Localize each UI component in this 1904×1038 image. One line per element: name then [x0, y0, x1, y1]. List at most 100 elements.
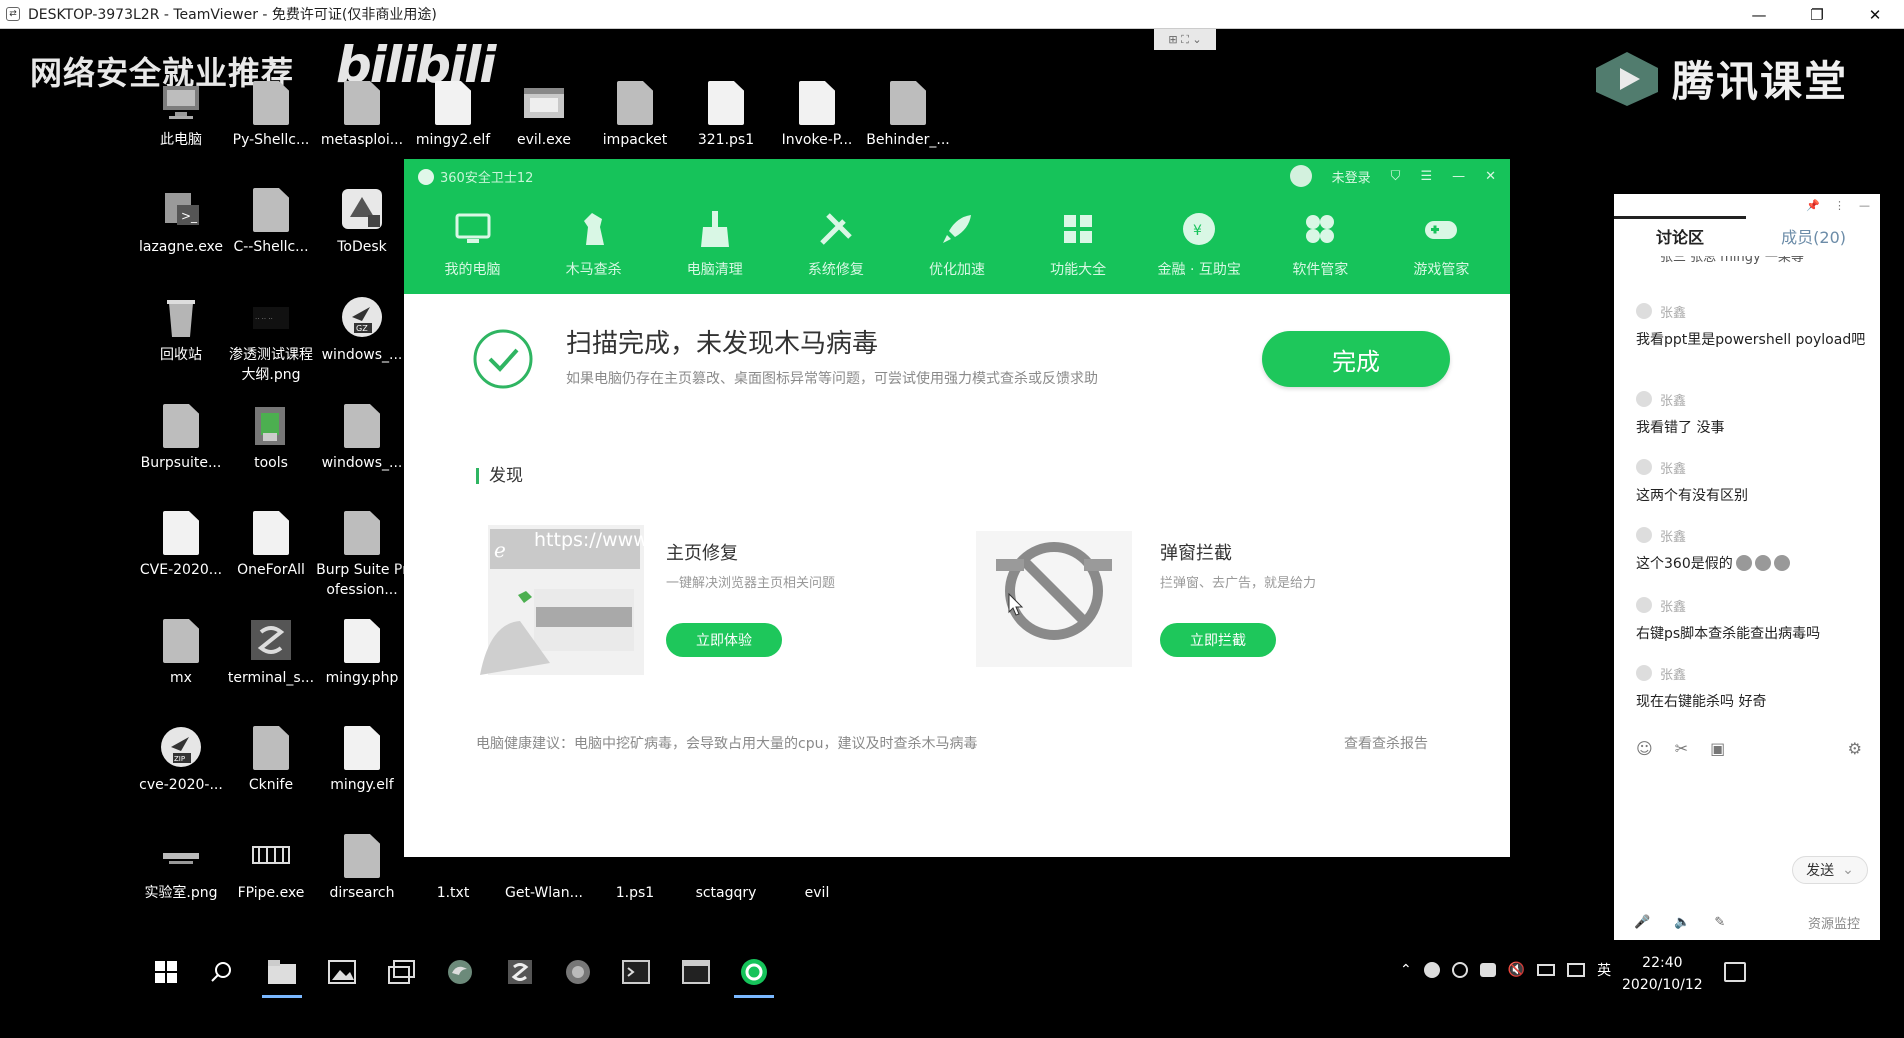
done-button[interactable]: 完成 — [1262, 331, 1450, 387]
panel-bottom-bar: 🎤 🔈 ✎ 资源监控 — [1614, 908, 1880, 936]
tray-chat-icon[interactable] — [1479, 963, 1496, 977]
nav-my-computer[interactable]: 我的电脑 — [418, 209, 528, 291]
tray-expand-icon[interactable]: ⌃ — [1400, 962, 1412, 978]
skin-icon[interactable]: ⛉ — [1391, 169, 1401, 184]
panel-minimize-icon[interactable]: — — [1859, 199, 1870, 212]
login-link[interactable]: 未登录 — [1332, 167, 1371, 186]
taskbar-window-app[interactable] — [676, 952, 716, 992]
network-icon[interactable] — [1567, 963, 1586, 977]
desktop-icon-dirsearch[interactable]: dirsearch — [316, 833, 408, 903]
desktop-icon-321-ps1[interactable]: 321.ps1 — [680, 80, 772, 150]
desktop-icon-evil-exe[interactable]: evil.exe — [498, 80, 590, 150]
archive-icon: GZ — [342, 297, 382, 337]
resource-monitor-link[interactable]: 资源监控 — [1808, 913, 1860, 932]
volume-muted-icon[interactable]: 🔇 — [1508, 962, 1525, 978]
block-now-button[interactable]: 立即拦截 — [1160, 623, 1276, 657]
folder-zip-icon — [163, 404, 199, 448]
taskbar-cmd[interactable] — [616, 952, 656, 992]
desktop-icon-metasploit[interactable]: metasploi... — [316, 80, 408, 150]
desktop-icon-cve-2020-zip[interactable]: ZIP cve-2020-... — [135, 725, 227, 795]
message-text: 右键ps脚本查杀能查出病毒吗 — [1636, 626, 1821, 642]
browser-globe-icon — [566, 960, 590, 984]
emoji-picker-icon[interactable]: ☺ — [1636, 739, 1653, 758]
rocket-icon — [942, 215, 971, 243]
nav-software-manager[interactable]: 软件管家 — [1265, 209, 1375, 291]
nav-all-features[interactable]: 功能大全 — [1023, 209, 1133, 291]
desktop-icon-mingy-elf[interactable]: mingy.elf — [316, 725, 408, 795]
taskbar-clock[interactable]: 22:40 2020/10/12 — [1622, 952, 1703, 996]
app-360-nav: 我的电脑 木马查杀 电脑清理 系统修复 优化加速 功能大全 ¥ 金融 · 互助宝… — [404, 209, 1510, 291]
desktop-icon-impacket[interactable]: impacket — [589, 80, 681, 150]
nav-finance[interactable]: ¥ 金融 · 互助宝 — [1144, 209, 1254, 291]
desktop-icon-mingy2-elf[interactable]: mingy2.elf — [407, 80, 499, 150]
view-report-link[interactable]: 查看查杀报告 — [1344, 733, 1428, 753]
nav-trojan-scan[interactable]: 木马查杀 — [539, 209, 649, 291]
search-button[interactable] — [202, 952, 242, 992]
desktop-icon-c-shellcode[interactable]: C--Shellc... — [225, 187, 317, 257]
nav-speed-up[interactable]: 优化加速 — [902, 209, 1012, 291]
minimize-button[interactable]: — — [1730, 0, 1788, 29]
tray-shield-icon[interactable] — [1451, 962, 1468, 978]
microphone-icon[interactable]: 🎤 — [1634, 915, 1650, 930]
desktop-icon-lab-png[interactable]: 实验室.png — [135, 833, 227, 903]
nav-game-manager[interactable]: 游戏管家 — [1386, 209, 1496, 291]
taskbar-edge[interactable] — [440, 952, 480, 992]
pin-icon[interactable]: 📌 — [1806, 199, 1820, 212]
taskbar-file-explorer[interactable] — [262, 952, 302, 998]
desktop-icon-recycle-bin[interactable]: 回收站 — [135, 295, 227, 365]
desktop-icon-windows-gz[interactable]: GZ windows_... — [316, 295, 408, 365]
speaker-icon[interactable]: 🔈 — [1674, 915, 1690, 930]
desktop-icon-invoke-p[interactable]: Invoke-P... — [771, 80, 863, 150]
close-icon[interactable]: ✕ — [1485, 169, 1496, 184]
maximize-button[interactable]: ❐ — [1788, 0, 1846, 29]
chat-settings-icon[interactable]: ⚙ — [1848, 739, 1862, 758]
desktop-icon-lazagne[interactable]: >_ lazagne.exe — [135, 187, 227, 257]
screenshot-scissors-icon[interactable]: ✂ — [1675, 739, 1688, 758]
notification-center-icon[interactable] — [1724, 962, 1746, 982]
desktop-icon-tools[interactable]: tools — [225, 403, 317, 473]
chat-message: 张鑫 这个360是假的 — [1636, 524, 1866, 575]
mark-icon[interactable]: ✎ — [1714, 915, 1725, 930]
tab-members[interactable]: 成员(20) — [1781, 224, 1846, 248]
more-icon[interactable]: ⋮ — [1834, 199, 1845, 212]
desktop-icon-oneforall[interactable]: OneForAll — [225, 510, 317, 580]
terminal-app-icon — [508, 960, 532, 984]
start-button[interactable] — [146, 952, 186, 992]
nav-system-repair[interactable]: 系统修复 — [781, 209, 891, 291]
desktop-icon-cve-2020[interactable]: CVE-2020... — [135, 510, 227, 580]
menu-icon[interactable]: ☰ — [1420, 169, 1432, 184]
message-text: 我看ppt里是powershell poyload吧 — [1636, 332, 1866, 348]
teamviewer-toolbar-handle[interactable]: ⊞ ⛶ ⌄ — [1154, 29, 1216, 50]
desktop-icon-mingy-php[interactable]: mingy.php — [316, 618, 408, 688]
close-button[interactable]: ✕ — [1846, 0, 1904, 29]
taskbar-terminal[interactable] — [500, 952, 540, 992]
desktop-icon-this-pc[interactable]: 此电脑 — [135, 80, 227, 150]
tray-keyboard-icon[interactable] — [1537, 964, 1556, 976]
send-options-icon[interactable]: ⌄ — [1842, 862, 1854, 878]
desktop-icon-py-shellcode[interactable]: Py-Shellc... — [225, 80, 317, 150]
try-now-button[interactable]: 立即体验 — [666, 623, 782, 657]
taskbar-app-window[interactable] — [382, 952, 422, 992]
desktop-icon-windows-2[interactable]: windows_... — [316, 403, 408, 473]
taskbar-image-viewer[interactable] — [322, 952, 362, 992]
minimize-icon[interactable]: — — [1452, 169, 1465, 184]
user-avatar-icon[interactable] — [1289, 165, 1312, 187]
desktop-icon-cknife[interactable]: Cknife — [225, 725, 317, 795]
desktop-icon-todesk[interactable]: ToDesk — [316, 187, 408, 257]
image-file-icon: ·· ·· ·· — [253, 307, 289, 329]
desktop-icon-terminal[interactable]: terminal_s... — [225, 618, 317, 688]
tray-360-icon[interactable] — [1423, 962, 1440, 978]
input-language[interactable]: 英 — [1597, 960, 1611, 980]
desktop-icon-pentest-syllabus[interactable]: ·· ·· ·· 渗透测试课程大纲.png — [225, 295, 317, 385]
taskbar-browser[interactable] — [558, 952, 598, 992]
tab-discussion[interactable]: 讨论区 — [1656, 224, 1704, 248]
desktop-icon-behinder[interactable]: Behinder_... — [862, 80, 954, 150]
nav-pc-clean[interactable]: 电脑清理 — [660, 209, 770, 291]
desktop-icon-burp-suite-pro[interactable]: Burp Suite Profession... — [316, 510, 408, 600]
image-upload-icon[interactable]: ▣ — [1710, 739, 1725, 758]
desktop-icon-fpipe[interactable]: FPipe.exe — [225, 833, 317, 903]
desktop-icon-burpsuite[interactable]: Burpsuite... — [135, 403, 227, 473]
desktop-icon-mx[interactable]: mx — [135, 618, 227, 688]
send-button[interactable]: 发送 ⌄ — [1792, 856, 1868, 884]
taskbar-360-security[interactable] — [734, 952, 774, 998]
